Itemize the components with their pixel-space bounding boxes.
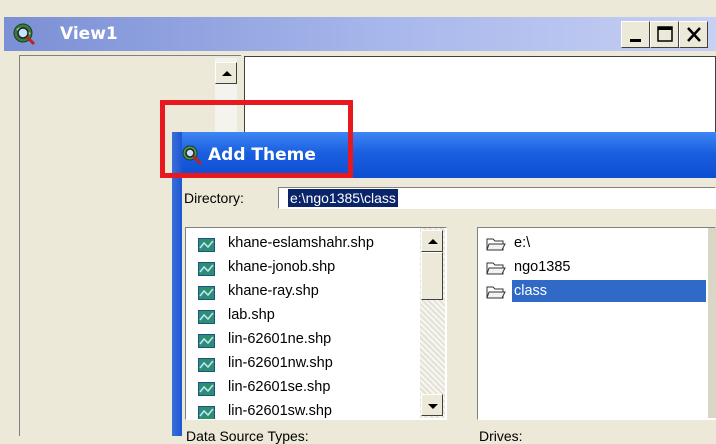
arrow-up-icon xyxy=(222,71,232,76)
shapefile-icon xyxy=(198,356,215,372)
directory-name: ngo1385 xyxy=(514,259,571,275)
directory-list-scrollbar[interactable] xyxy=(708,228,716,418)
file-scroll-thumb[interactable] xyxy=(421,252,443,300)
shapefile-icon xyxy=(198,380,215,396)
directory-list[interactable]: e:\ ngo1385 class xyxy=(477,227,716,420)
close-icon xyxy=(687,27,701,42)
arrow-down-icon xyxy=(428,404,438,409)
directory-label: Directory: xyxy=(184,190,244,206)
shapefile-icon xyxy=(198,308,215,324)
data-source-types-label: Data Source Types: xyxy=(186,428,309,444)
file-list[interactable]: khane-eslamshahr.shp khane-jonob.shp kha… xyxy=(185,227,447,420)
shapefile-icon xyxy=(198,284,215,300)
file-name: lin-62601se.shp xyxy=(228,379,331,395)
highlight-box xyxy=(160,100,353,178)
open-folder-icon xyxy=(486,284,506,299)
file-name: khane-eslamshahr.shp xyxy=(228,235,374,251)
file-name: lin-62601nw.shp xyxy=(228,355,333,371)
minimize-icon xyxy=(630,39,641,42)
shapefile-icon xyxy=(198,404,215,419)
open-folder-icon xyxy=(486,260,506,275)
list-item-selected[interactable]: class xyxy=(486,280,708,302)
file-name: lin-62601ne.shp xyxy=(228,331,332,347)
drives-label: Drives: xyxy=(479,428,523,444)
maximize-button[interactable] xyxy=(650,21,679,48)
file-name: khane-ray.shp xyxy=(228,283,319,299)
minimize-button[interactable] xyxy=(621,21,650,48)
directory-name: class xyxy=(512,280,706,302)
view1-title: View1 xyxy=(60,24,118,44)
arrow-up-icon xyxy=(428,239,438,244)
file-name: lab.shp xyxy=(228,307,275,323)
directory-input-value[interactable]: e:\ngo1385\class xyxy=(288,189,398,207)
close-button[interactable] xyxy=(679,21,708,48)
file-scroll-up-button[interactable] xyxy=(421,230,443,252)
file-name: lin-62601sw.shp xyxy=(228,403,332,419)
open-folder-icon xyxy=(486,236,506,251)
globe-magnifier-icon xyxy=(12,22,36,46)
shapefile-icon xyxy=(198,236,215,252)
maximize-icon xyxy=(657,26,673,42)
file-scroll-down-button[interactable] xyxy=(421,394,443,416)
shapefile-icon xyxy=(198,260,215,276)
legend-scroll-up-button[interactable] xyxy=(215,62,237,84)
file-name: khane-jonob.shp xyxy=(228,259,336,275)
directory-name: e:\ xyxy=(514,235,531,251)
shapefile-icon xyxy=(198,332,215,348)
